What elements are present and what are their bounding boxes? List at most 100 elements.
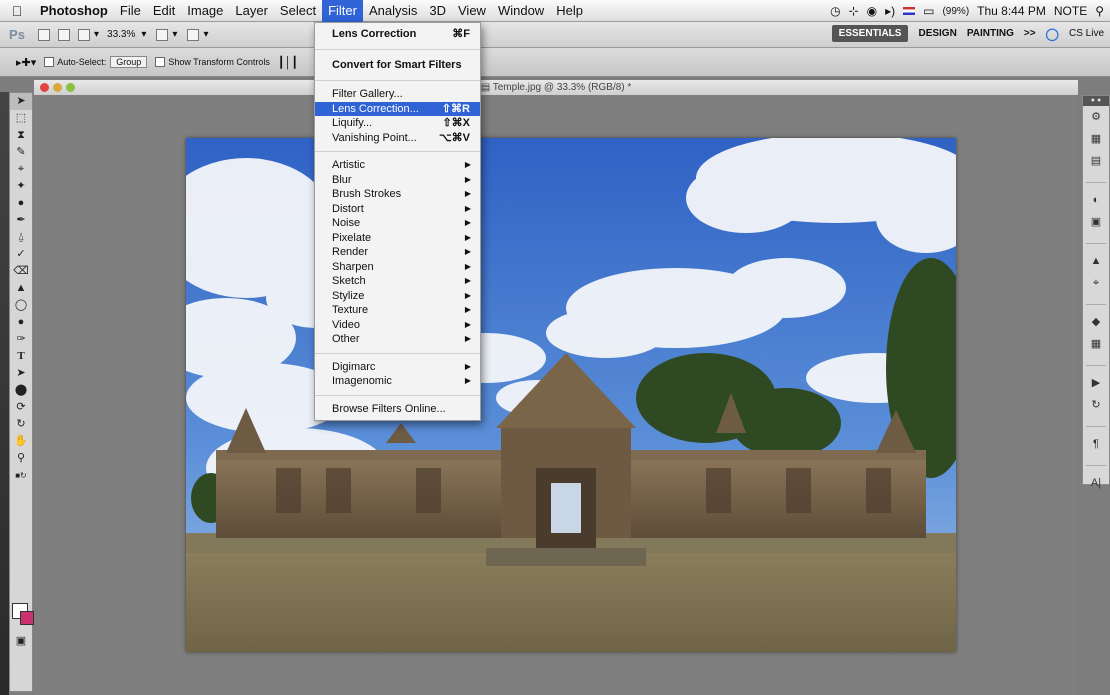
character-panel-icon[interactable]: A| [1083,472,1109,494]
3d-orbit-tool-icon[interactable]: ↻ [10,416,32,433]
menu-item-vanishing-point[interactable]: Vanishing Point... ⌥⌘V [315,131,480,146]
paragraph-panel-icon[interactable]: ¶ [1083,433,1109,455]
menu-item-convert-smart-filters[interactable]: Convert for Smart Filters [315,56,480,74]
clock[interactable]: Thu 8:44 PM [977,4,1046,18]
menu-item-blur[interactable]: Blur ▶ [315,173,480,188]
swatches-panel-icon[interactable]: ▦ [1083,128,1109,150]
bluetooth-icon[interactable]: ⊹ [849,4,859,18]
move-tool-preset-icon[interactable]: ▸✚▾ [16,56,36,69]
lasso-tool-icon[interactable]: ⧗ [10,127,32,144]
mini-bridge-button[interactable] [58,28,70,41]
menu-filter[interactable]: Filter [322,0,363,22]
workspace-essentials[interactable]: ESSENTIALS [831,25,909,42]
menu-item-other[interactable]: Other ▶ [315,332,480,347]
wifi-icon[interactable]: ◉ [867,4,877,18]
more-workspaces-button[interactable]: >> [1024,28,1036,39]
menu-item-video[interactable]: Video ▶ [315,318,480,333]
screen-mode-button[interactable] [187,28,200,41]
menu-file[interactable]: File [114,0,147,22]
shape-tool-icon[interactable]: ⬤ [10,382,32,399]
time-machine-icon[interactable]: ◷ [830,4,840,18]
quick-mask-icon[interactable]: ▣ [10,633,32,650]
menu-layer[interactable]: Layer [229,0,274,22]
path-selection-tool-icon[interactable]: ➤ [10,365,32,382]
history-panel-icon[interactable]: ↻ [1083,394,1109,416]
eraser-tool-icon[interactable]: ⌫ [10,263,32,280]
menu-item-artistic[interactable]: Artistic ▶ [315,158,480,173]
menu-item-pixelate[interactable]: Pixelate ▶ [315,231,480,246]
menu-item-distort[interactable]: Distort ▶ [315,202,480,217]
menu-item-digimarc[interactable]: Digimarc ▶ [315,360,480,375]
menu-item-noise[interactable]: Noise ▶ [315,216,480,231]
cs-live-button[interactable]: CS Live [1069,28,1104,39]
document-image[interactable] [186,138,956,652]
zoom-window-icon[interactable] [66,83,75,92]
clone-stamp-tool-icon[interactable]: ⍙ [10,229,32,246]
workspace-painting[interactable]: PAINTING [967,28,1014,39]
channels-panel-icon[interactable]: ▦ [1083,333,1109,355]
menu-item-filter-gallery[interactable]: Filter Gallery... [315,87,480,102]
menu-item-sharpen[interactable]: Sharpen ▶ [315,260,480,275]
blur-tool-icon[interactable]: ◯ [10,297,32,314]
menu-view[interactable]: View [452,0,492,22]
volume-icon[interactable]: ▸) [885,4,895,18]
arrange-documents-button[interactable] [156,28,169,41]
marquee-tool-icon[interactable]: ⬚ [10,110,32,127]
zoom-level[interactable]: 33.3% [107,29,135,40]
background-color-swatch[interactable] [20,611,34,625]
menu-edit[interactable]: Edit [147,0,181,22]
menu-analysis[interactable]: Analysis [363,0,423,22]
workspace-design[interactable]: DESIGN [918,28,956,39]
menu-item-lens-correction[interactable]: Lens Correction... ⇧⌘R [315,101,480,116]
transform-panel-icon[interactable]: ⌖ [1083,272,1109,294]
view-extras-button[interactable] [78,28,90,41]
menu-item-sketch[interactable]: Sketch ▶ [315,274,480,289]
dodge-tool-icon[interactable]: ● [10,314,32,331]
apple-menu-icon[interactable]:  [0,3,34,19]
default-colors-icon[interactable]: ■↻ [10,467,32,484]
quick-select-tool-icon[interactable]: ✎ [10,144,32,161]
3d-panel-icon[interactable]: ▲ [1083,250,1109,272]
eyedropper-tool-icon[interactable]: ✦ [10,178,32,195]
zoom-tool-icon[interactable]: ⚲ [10,450,32,467]
menu-image[interactable]: Image [181,0,229,22]
spotlight-icon[interactable]: ⚲ [1095,4,1104,18]
panel-collapse-button[interactable]: ● ● [1083,96,1109,106]
menu-item-imagenomic[interactable]: Imagenomic ▶ [315,374,480,389]
move-tool-icon[interactable]: ➤ [10,93,32,110]
menu-select[interactable]: Select [274,0,322,22]
menu-item-last-filter[interactable]: Lens Correction ⌘F [315,25,480,43]
histogram-panel-icon[interactable]: ▤ [1083,150,1109,172]
hand-tool-icon[interactable]: ✋ [10,433,32,450]
auto-select-dropdown[interactable]: Group [110,56,148,68]
type-tool-icon[interactable]: T [10,348,32,365]
menu-3d[interactable]: 3D [423,0,452,22]
pen-tool-icon[interactable]: ✑ [10,331,32,348]
chevron-down-icon[interactable]: ▾ [172,29,177,40]
adjustments-panel-icon[interactable]: ◐ [1083,189,1109,211]
healing-brush-tool-icon[interactable]: ● [10,195,32,212]
menu-item-render[interactable]: Render ▶ [315,245,480,260]
chevron-down-icon[interactable]: ▾ [94,29,99,40]
transform-controls-checkbox[interactable] [155,57,166,67]
menu-item-browse-filters-online[interactable]: Browse Filters Online... [315,402,480,417]
crop-tool-icon[interactable]: ⌖ [10,161,32,178]
menu-item-stylize[interactable]: Stylize ▶ [315,289,480,304]
battery-icon[interactable]: ▭ [923,4,934,18]
history-brush-tool-icon[interactable]: ✓ [10,246,32,263]
menu-item-texture[interactable]: Texture ▶ [315,303,480,318]
mini-bridge-panel-icon[interactable]: ⚙ [1083,106,1109,128]
brush-tool-icon[interactable]: ✒ [10,212,32,229]
auto-select-checkbox[interactable] [44,57,55,67]
chevron-down-icon[interactable]: ▾ [141,29,146,40]
flag-icon[interactable] [903,7,916,15]
cs-live-icon[interactable]: ◯ [1046,27,1059,41]
menu-item-brush-strokes[interactable]: Brush Strokes ▶ [315,187,480,202]
menu-item-liquify[interactable]: Liquify... ⇧⌘X [315,116,480,131]
close-window-icon[interactable] [40,83,49,92]
menu-window[interactable]: Window [492,0,550,22]
align-buttons-icon[interactable]: ┃│┃ [278,56,298,69]
masks-panel-icon[interactable]: ▣ [1083,211,1109,233]
minimize-window-icon[interactable] [53,83,62,92]
menu-help[interactable]: Help [550,0,589,22]
